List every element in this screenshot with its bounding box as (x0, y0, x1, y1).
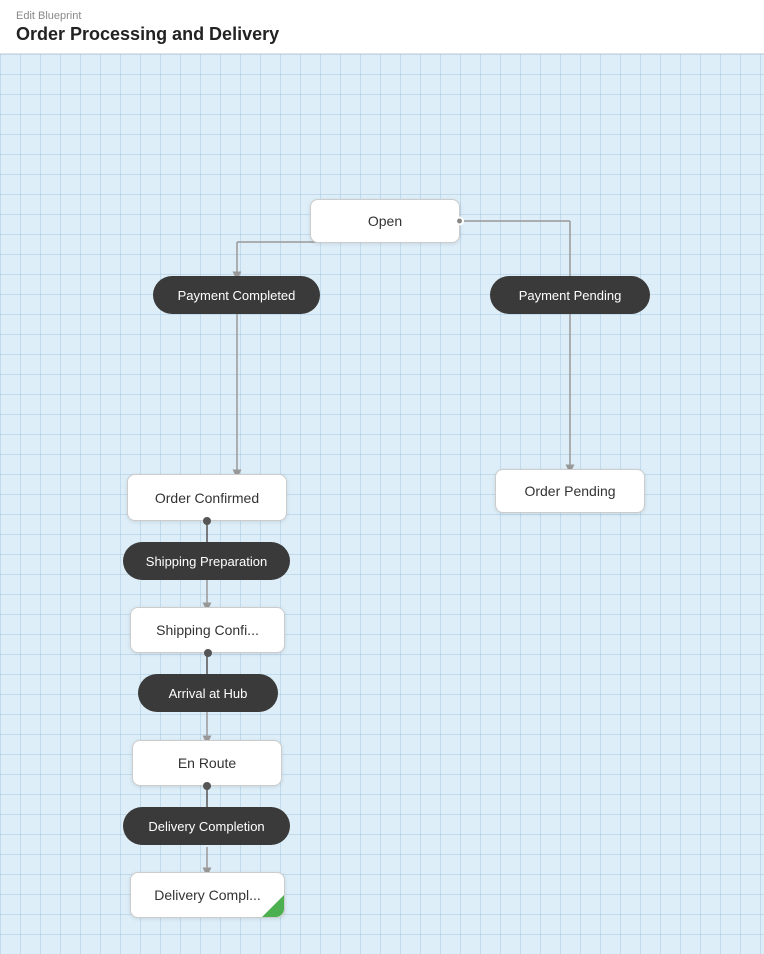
node-order-confirmed[interactable]: Order Confirmed (127, 474, 287, 521)
node-payment-completed[interactable]: Payment Completed (153, 276, 320, 314)
node-delivery-completion-label: Delivery Completion (148, 819, 264, 834)
node-payment-pending-label: Payment Pending (519, 288, 622, 303)
node-order-confirmed-label: Order Confirmed (155, 490, 259, 506)
node-payment-completed-label: Payment Completed (178, 288, 296, 303)
node-shipping-confirmed[interactable]: Shipping Confi... (130, 607, 285, 653)
node-arrival-at-hub[interactable]: Arrival at Hub (138, 674, 278, 712)
header-subtitle: Edit Blueprint (16, 10, 748, 22)
header: Edit Blueprint Order Processing and Deli… (0, 0, 764, 54)
node-en-route-label: En Route (178, 755, 236, 771)
node-delivery-completion[interactable]: Delivery Completion (123, 807, 290, 845)
header-title: Order Processing and Delivery (16, 24, 748, 45)
node-shipping-confirmed-label: Shipping Confi... (156, 622, 259, 638)
node-order-pending[interactable]: Order Pending (495, 469, 645, 513)
node-shipping-preparation[interactable]: Shipping Preparation (123, 542, 290, 580)
node-payment-pending[interactable]: Payment Pending (490, 276, 650, 314)
node-open-label: Open (368, 213, 402, 229)
node-delivery-completed[interactable]: Delivery Compl... (130, 872, 285, 918)
node-delivery-completed-label: Delivery Compl... (154, 887, 261, 903)
node-arrival-at-hub-label: Arrival at Hub (169, 686, 248, 701)
node-en-route[interactable]: En Route (132, 740, 282, 786)
node-open[interactable]: Open (310, 199, 460, 243)
green-corner-indicator (262, 895, 284, 917)
node-order-pending-label: Order Pending (524, 483, 615, 499)
blueprint-canvas: Open Payment Completed Payment Pending O… (0, 54, 764, 954)
connectors-svg (0, 54, 764, 954)
node-shipping-preparation-label: Shipping Preparation (146, 554, 267, 569)
